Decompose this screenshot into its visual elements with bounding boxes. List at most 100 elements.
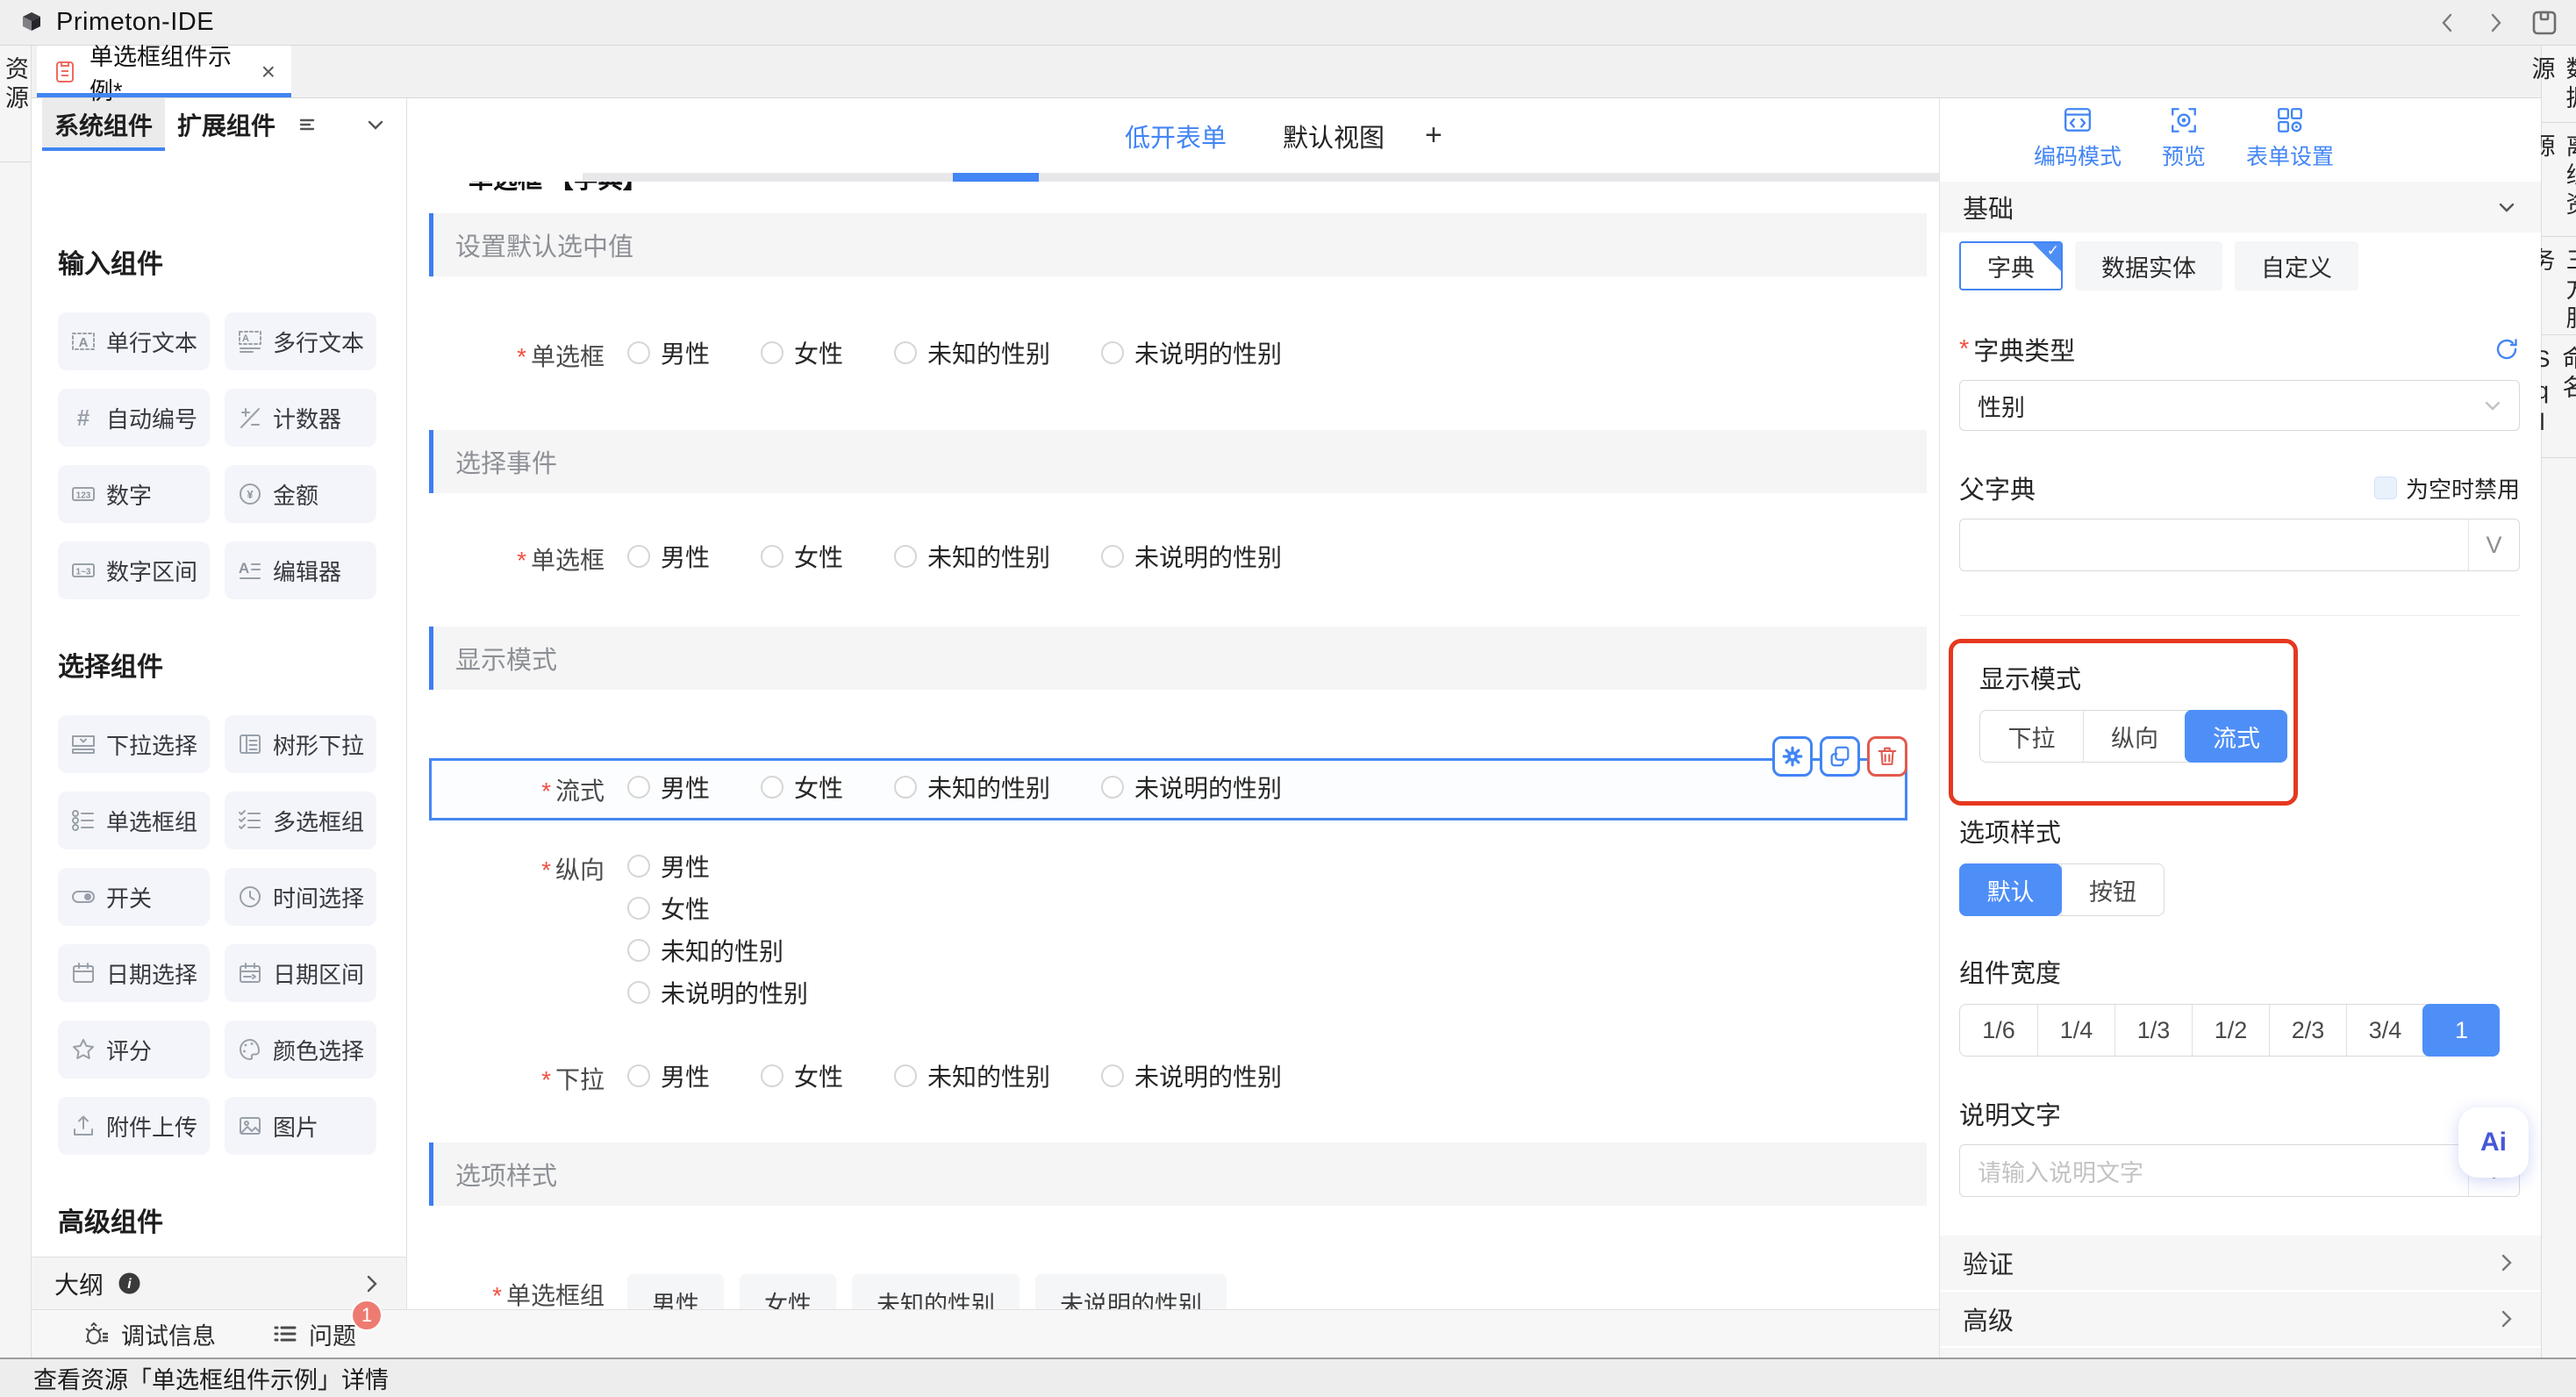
palette-item-date[interactable]: 日期选择: [58, 944, 210, 1002]
right-rail-tab-0[interactable]: 数据源: [2542, 46, 2576, 123]
radio-circle-icon[interactable]: [894, 1064, 917, 1087]
radio-option[interactable]: 未说明的性别: [627, 975, 808, 1010]
collapsed-section-验证[interactable]: 验证: [1940, 1236, 2541, 1290]
section-basic[interactable]: 基础: [1940, 182, 2541, 233]
palette-item-rate[interactable]: 评分: [58, 1021, 210, 1078]
radio-option[interactable]: 女性: [761, 770, 843, 805]
radio-option[interactable]: 女性: [627, 891, 710, 926]
nav-back-icon[interactable]: [2436, 11, 2460, 35]
segment-option[interactable]: 下拉: [1980, 711, 2083, 762]
outline-bar[interactable]: 大纲 i: [32, 1257, 406, 1309]
radio-circle-icon[interactable]: [761, 776, 784, 799]
radio-circle-icon[interactable]: [627, 897, 650, 920]
radio-circle-icon[interactable]: [627, 855, 650, 878]
form-row-下拉[interactable]: *下拉男性女性未知的性别未说明的性别: [429, 1058, 1939, 1096]
palette-item-switch[interactable]: 开关: [58, 868, 210, 926]
radio-option[interactable]: 未知的性别: [894, 335, 1050, 370]
palette-item-image[interactable]: 图片: [225, 1097, 376, 1155]
segment-option[interactable]: 1/4: [2037, 1005, 2114, 1056]
radio-option[interactable]: 未知的性别: [894, 1058, 1050, 1093]
palette-item-counter[interactable]: 计数器: [225, 389, 376, 447]
button-option[interactable]: 男性: [627, 1274, 724, 1309]
view-tab[interactable]: 低开表单: [1125, 118, 1227, 154]
radio-circle-icon[interactable]: [894, 341, 917, 364]
radio-option[interactable]: 女性: [761, 1058, 843, 1093]
radio-circle-icon[interactable]: [894, 545, 917, 568]
tab-system-components[interactable]: 系统组件: [42, 98, 165, 151]
radio-option[interactable]: 男性: [627, 1058, 710, 1093]
radio-circle-icon[interactable]: [627, 939, 650, 962]
radio-circle-icon[interactable]: [761, 341, 784, 364]
form-row-纵向[interactable]: *纵向男性女性未知的性别未说明的性别: [429, 849, 1939, 1010]
radio-circle-icon[interactable]: [627, 341, 650, 364]
segment-option[interactable]: 1: [2422, 1004, 2500, 1057]
document-tab[interactable]: 单选框组件示例* ×: [37, 46, 291, 97]
segment-option[interactable]: 1/6: [1960, 1005, 2037, 1056]
palette-item-upload[interactable]: 附件上传: [58, 1097, 210, 1155]
palette-item-multi-text[interactable]: A多行文本: [225, 312, 376, 370]
variable-binding-toggle[interactable]: V: [2468, 519, 2519, 570]
selected-component[interactable]: *流式男性女性未知的性别未说明的性别: [429, 758, 1907, 820]
canvas-section-strip[interactable]: 显示模式: [429, 627, 1927, 690]
palette-item-currency[interactable]: ¥金额: [225, 465, 376, 523]
radio-circle-icon[interactable]: [894, 776, 917, 799]
canvas-section-strip[interactable]: 选项样式: [429, 1143, 1927, 1206]
radio-circle-icon[interactable]: [1101, 1064, 1124, 1087]
palette-item-number[interactable]: 123数字: [58, 465, 210, 523]
palette-item-single-text[interactable]: A单行文本: [58, 312, 210, 370]
canvas-section-strip[interactable]: 选择事件: [429, 430, 1927, 493]
radio-option[interactable]: 女性: [761, 539, 843, 574]
menu-icon[interactable]: [297, 98, 318, 151]
form-canvas[interactable]: 单选框 【字典】 设置默认选中值*单选框男性女性未知的性别未说明的性别选择事件*…: [407, 182, 1939, 1309]
problems-item[interactable]: 问题 1: [272, 1317, 356, 1351]
button-option[interactable]: 未知的性别: [852, 1274, 1020, 1309]
segment-option[interactable]: 1/2: [2192, 1005, 2269, 1056]
collapsed-section-样式[interactable]: 样式: [1940, 1348, 2541, 1358]
radio-option[interactable]: 未知的性别: [627, 933, 784, 968]
left-rail-tab-resources[interactable]: 资源: [0, 46, 31, 162]
nav-forward-icon[interactable]: [2483, 11, 2508, 35]
chevron-down-icon[interactable]: [364, 98, 387, 151]
source-tab-自定义[interactable]: 自定义: [2235, 241, 2358, 290]
source-tab-数据实体[interactable]: 数据实体: [2075, 241, 2222, 290]
source-tab-字典[interactable]: 字典✓: [1959, 241, 2063, 290]
close-icon[interactable]: ×: [261, 58, 275, 86]
right-rail-tab-2[interactable]: 三方服务: [2542, 237, 2576, 335]
form-row-流式[interactable]: *流式男性女性未知的性别未说明的性别: [429, 770, 1905, 807]
radio-option[interactable]: 男性: [627, 849, 710, 884]
radio-option[interactable]: 男性: [627, 335, 710, 370]
parent-dict-select[interactable]: V: [1959, 519, 2520, 571]
radio-option[interactable]: 男性: [627, 770, 710, 805]
button-option[interactable]: 未说明的性别: [1035, 1274, 1227, 1309]
radio-circle-icon[interactable]: [761, 545, 784, 568]
segment-option[interactable]: 2/3: [2269, 1005, 2346, 1056]
canvas-section-strip[interactable]: 设置默认选中值: [429, 213, 1927, 276]
add-view-button[interactable]: +: [1425, 118, 1442, 153]
copy-button[interactable]: [1820, 736, 1860, 777]
collapsed-section-高级[interactable]: 高级: [1940, 1292, 2541, 1346]
radio-option[interactable]: 未说明的性别: [1101, 770, 1282, 805]
button-option[interactable]: 女性: [740, 1274, 836, 1309]
right-rail-tab-3[interactable]: 命名Sql: [2542, 335, 2576, 458]
radio-option[interactable]: 未说明的性别: [1101, 1058, 1282, 1093]
radio-option[interactable]: 未说明的性别: [1101, 539, 1282, 574]
save-icon[interactable]: [2530, 9, 2558, 37]
form-row-单选框[interactable]: *单选框男性女性未知的性别未说明的性别: [429, 335, 1939, 373]
segment-option[interactable]: 1/3: [2114, 1005, 2192, 1056]
tab-extension-components[interactable]: 扩展组件: [165, 98, 288, 151]
ai-assistant-button[interactable]: Ai: [2458, 1107, 2529, 1178]
palette-item-date-range[interactable]: 日期区间: [225, 944, 376, 1002]
radio-option[interactable]: 男性: [627, 539, 710, 574]
palette-item-tree-dropdown[interactable]: 树形下拉: [225, 715, 376, 773]
form-row-单选框组[interactable]: *单选框组男性女性未知的性别未说明的性别: [429, 1274, 1939, 1309]
right-rail-tab-1[interactable]: 离线资源: [2542, 123, 2576, 237]
view-tab[interactable]: 默认视图: [1283, 118, 1385, 154]
palette-item-radio-group[interactable]: 单选框组: [58, 792, 210, 849]
radio-circle-icon[interactable]: [761, 1064, 784, 1087]
segment-option[interactable]: 3/4: [2346, 1005, 2423, 1056]
dict-type-select[interactable]: 性别: [1959, 380, 2520, 431]
palette-item-time[interactable]: 时间选择: [225, 868, 376, 926]
radio-circle-icon[interactable]: [1101, 776, 1124, 799]
segment-option[interactable]: 流式: [2185, 710, 2287, 763]
radio-circle-icon[interactable]: [1101, 341, 1124, 364]
